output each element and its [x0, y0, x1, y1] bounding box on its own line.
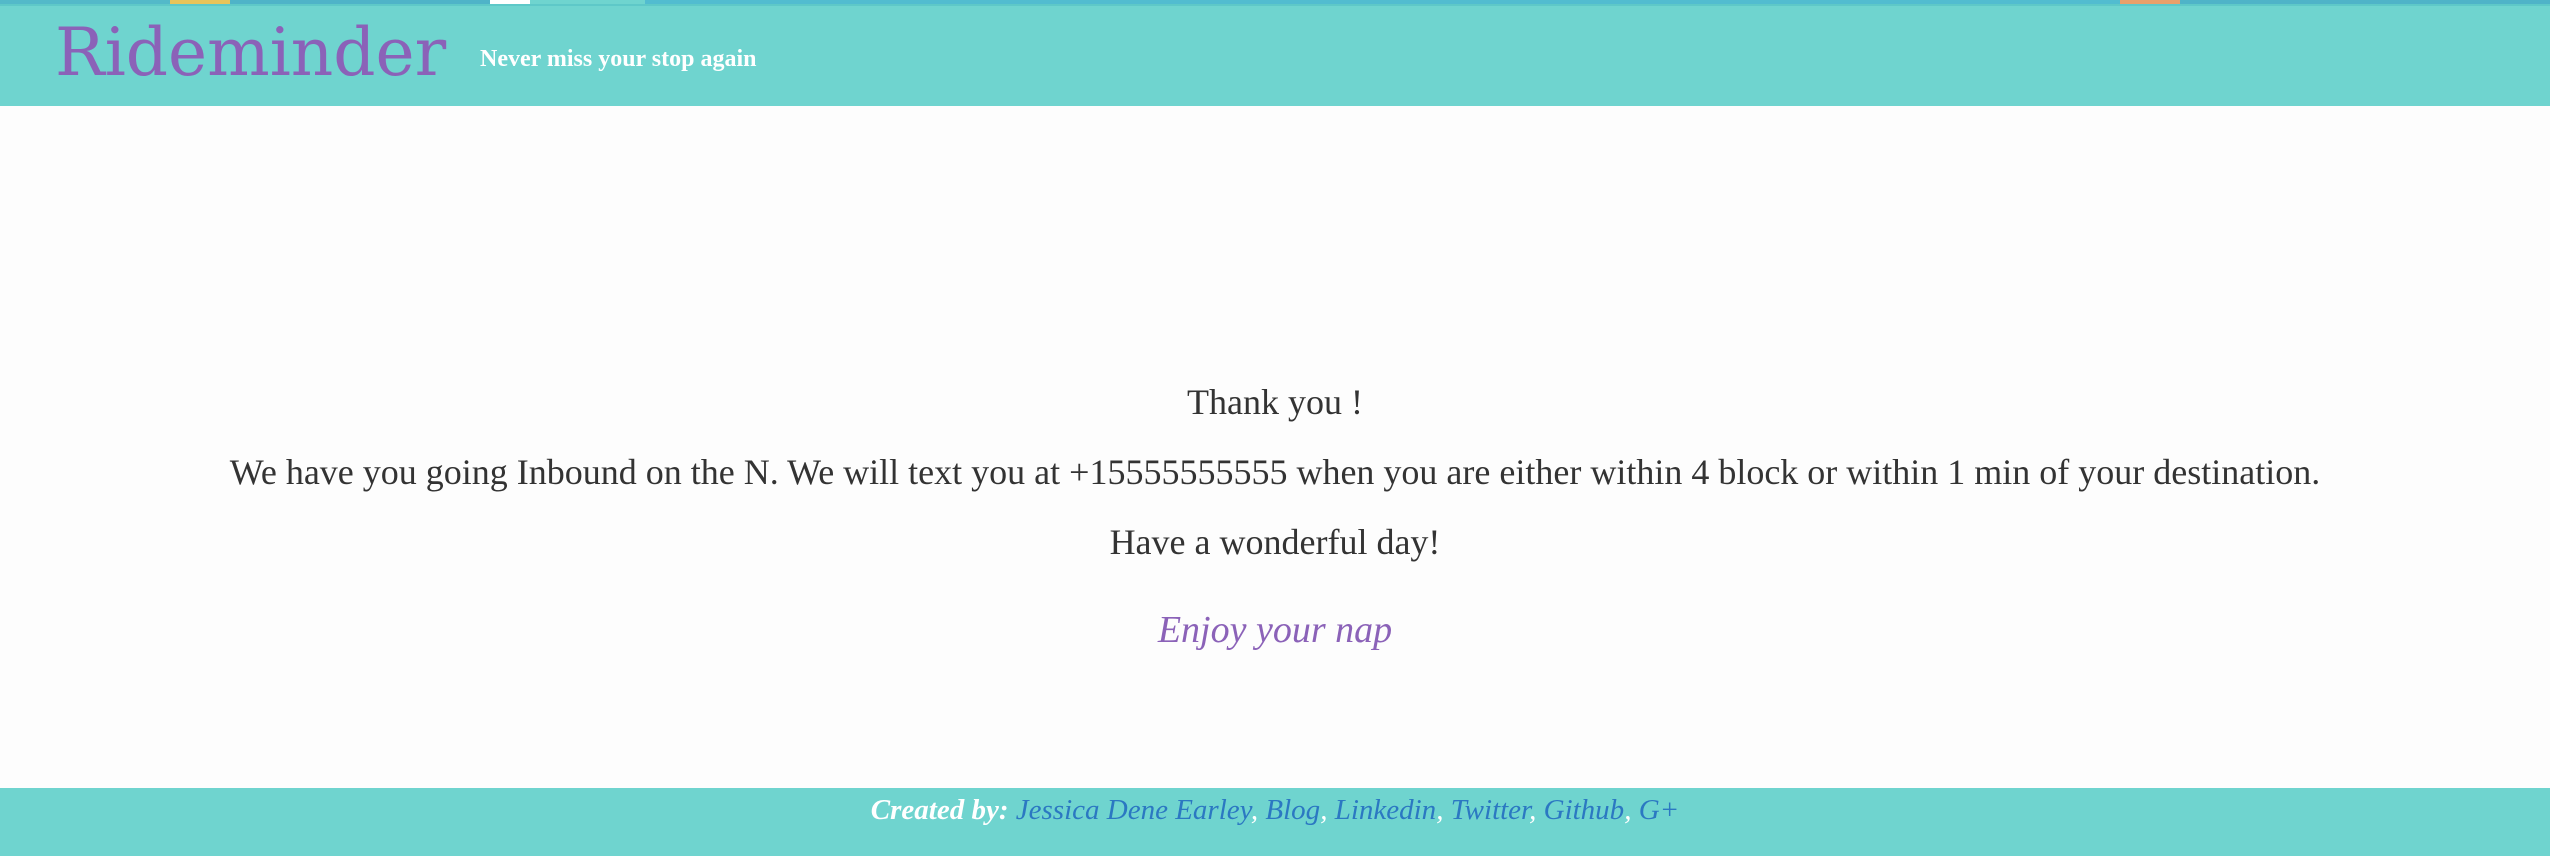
footer-separator: ,	[1624, 794, 1632, 826]
confirmation-section: Thank you ! We have you going Inbound on…	[0, 106, 2550, 788]
footer-separator: ,	[1320, 794, 1328, 826]
site-tagline: Never miss your stop again	[480, 46, 757, 72]
enjoy-your-nap-link[interactable]: Enjoy your nap	[0, 608, 2550, 652]
footer-separator: ,	[1436, 794, 1444, 826]
footer-link-github[interactable]: Github	[1544, 794, 1625, 826]
footer-separator: ,	[1529, 794, 1537, 826]
created-by-label: Created by:	[870, 794, 1009, 826]
site-logo-title[interactable]: Rideminder	[55, 8, 446, 98]
footer-link-google-plus[interactable]: G+	[1639, 794, 1680, 826]
site-header: Rideminder Never miss your stop again	[0, 6, 2550, 106]
footer-link-twitter[interactable]: Twitter	[1451, 794, 1529, 826]
footer-separator: ,	[1250, 794, 1259, 826]
footer-link-linkedin[interactable]: Linkedin	[1335, 794, 1437, 826]
closing-message: Have a wonderful day!	[1109, 522, 1441, 562]
thank-you-heading: Thank you !	[1187, 382, 1363, 422]
ride-details-text: We have you going Inbound on the N. We w…	[229, 452, 2321, 492]
footer-link-blog[interactable]: Blog	[1265, 794, 1320, 826]
footer-link-author[interactable]: Jessica Dene Earley	[1016, 794, 1251, 826]
site-footer: Created by: Jessica Dene Earley, Blog, L…	[0, 788, 2550, 856]
